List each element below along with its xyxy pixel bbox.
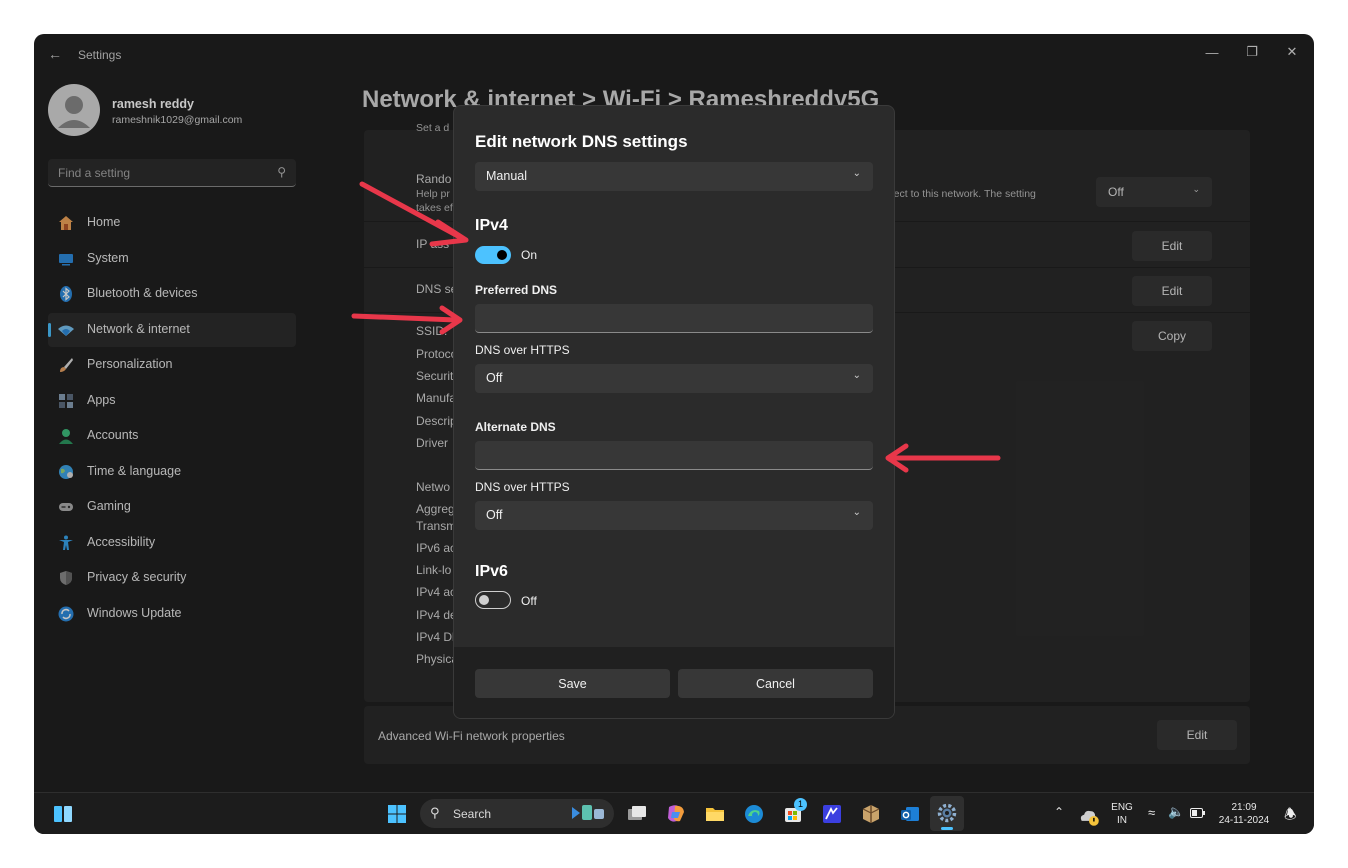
taskbar: ⚲ Search 1 ⌃ ENG IN ≈ 🔈 21:09 24-11-2024… (34, 792, 1314, 834)
volume-icon[interactable]: 🔈 (1168, 804, 1184, 820)
clock-date: 24-11-2024 (1218, 815, 1270, 826)
task-view-icon[interactable] (626, 803, 648, 825)
notification-bell-icon[interactable]: 🕭 (1284, 804, 1297, 828)
ipv6-toggle[interactable] (475, 591, 511, 609)
alternate-dns-label: Alternate DNS (475, 420, 556, 434)
dns-mode-select[interactable]: Manual ⌄ (475, 162, 873, 191)
preferred-https-label: DNS over HTTPS (475, 343, 570, 357)
chevron-up-icon[interactable]: ⌃ (1054, 805, 1064, 819)
archive-icon[interactable] (860, 803, 882, 825)
ipv4-toggle-state: On (521, 248, 538, 262)
chevron-down-icon: ⌄ (852, 507, 861, 518)
preferred-https-select[interactable]: Off ⌄ (475, 364, 873, 393)
cancel-button[interactable]: Cancel (678, 669, 873, 698)
alternate-https-select[interactable]: Off ⌄ (475, 501, 873, 530)
battery-icon[interactable] (1190, 807, 1206, 819)
notification-badge: 1 (794, 798, 807, 811)
dialog-footer: Save Cancel (454, 647, 894, 718)
region-code: IN (1117, 815, 1127, 826)
language-indicator[interactable]: ENG IN (1108, 801, 1136, 827)
edge-icon[interactable] (743, 803, 765, 825)
preferred-dns-label: Preferred DNS (475, 283, 558, 297)
active-indicator (941, 827, 953, 830)
annotation-arrow-ipv4 (359, 181, 469, 247)
chevron-down-icon: ⌄ (852, 370, 861, 381)
ipv6-toggle-state: Off (521, 594, 537, 608)
app-launcher-icon[interactable] (821, 803, 843, 825)
copilot-icon[interactable] (665, 803, 687, 825)
clock-time: 21:09 (1231, 802, 1257, 813)
dialog-title: Edit network DNS settings (475, 132, 688, 151)
alternate-https-value: Off (486, 508, 503, 522)
taskbar-active-app[interactable] (930, 796, 964, 831)
start-icon[interactable] (386, 803, 408, 825)
preferred-https-value: Off (486, 371, 503, 385)
widgets-icon[interactable] (52, 803, 74, 825)
settings-window: ← Settings — ❐ ✕ ramesh reddy rameshnik1… (34, 34, 1314, 834)
search-icon: ⚲ (430, 805, 440, 820)
search-highlight-icon (572, 805, 604, 820)
annotation-arrow-preferred (351, 305, 463, 335)
save-button[interactable]: Save (475, 669, 670, 698)
taskbar-search[interactable]: ⚲ Search (420, 799, 614, 828)
edit-dns-dialog: Edit network DNS settings Manual ⌄ IPv4 … (453, 105, 895, 719)
preferred-dns-input[interactable] (475, 304, 873, 333)
taskbar-search-label: Search (453, 807, 492, 821)
alternate-https-label: DNS over HTTPS (475, 480, 570, 494)
outlook-icon[interactable] (899, 803, 921, 825)
file-explorer-icon[interactable] (704, 803, 726, 825)
language-code: ENG (1111, 802, 1133, 813)
settings-gear-icon (937, 803, 957, 823)
alternate-dns-input[interactable] (475, 441, 873, 470)
chevron-down-icon: ⌄ (852, 168, 861, 179)
wifi-icon[interactable]: ≈ (1148, 805, 1155, 820)
clock[interactable]: 21:09 24-11-2024 (1214, 801, 1274, 827)
annotation-arrow-alternate (885, 443, 1001, 473)
ipv6-heading: IPv6 (475, 563, 508, 580)
onedrive-status-icon[interactable] (1078, 805, 1100, 827)
